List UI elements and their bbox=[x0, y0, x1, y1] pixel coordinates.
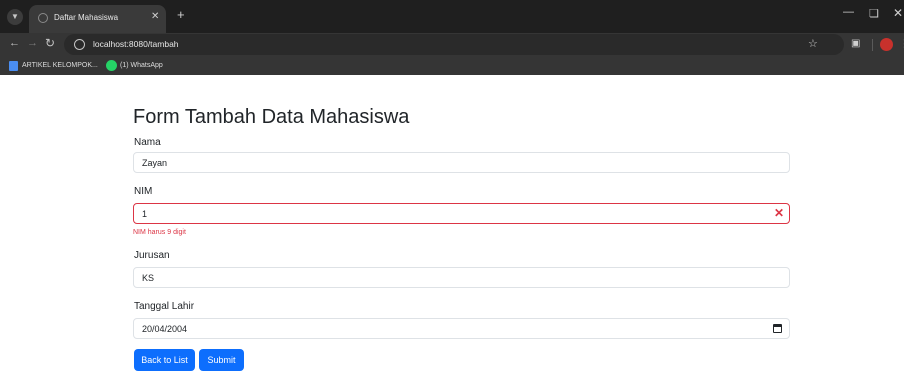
back-arrow-icon[interactable]: ← bbox=[9, 37, 20, 49]
nama-label: Nama bbox=[134, 137, 161, 148]
nim-error-message: NIM harus 9 digit bbox=[133, 229, 186, 236]
whatsapp-icon[interactable] bbox=[106, 60, 117, 71]
browser-tab-bar: ▼ Daftar Mahasiswa ✕ + — ❏ ✕ bbox=[0, 0, 904, 33]
nim-value[interactable]: 1 bbox=[142, 209, 147, 219]
minimize-icon[interactable]: — bbox=[843, 6, 854, 18]
bookmark-artikel[interactable]: ARTIKEL KELOMPOK... bbox=[22, 62, 98, 69]
extensions-icon[interactable]: ▣ bbox=[851, 38, 860, 49]
tab-search-icon[interactable]: ▼ bbox=[7, 9, 23, 25]
docs-icon[interactable] bbox=[9, 61, 18, 71]
bookmark-whatsapp[interactable]: (1) WhatsApp bbox=[120, 62, 163, 69]
tab-title: Daftar Mahasiswa bbox=[54, 13, 119, 22]
close-tab-icon[interactable]: ✕ bbox=[151, 11, 159, 22]
more-menu-icon[interactable]: ⋮ bbox=[899, 37, 904, 50]
nama-input[interactable]: Zayan bbox=[133, 152, 790, 173]
site-info-icon[interactable] bbox=[74, 39, 85, 50]
window-close-icon[interactable]: ✕ bbox=[893, 6, 903, 20]
nim-input[interactable]: 1 ✕ bbox=[133, 203, 790, 224]
page-title: Form Tambah Data Mahasiswa bbox=[133, 106, 410, 128]
jurusan-input[interactable]: KS bbox=[133, 267, 790, 288]
nim-label: NIM bbox=[134, 186, 153, 197]
tanggal-lahir-input[interactable]: 20/04/2004 bbox=[133, 318, 790, 339]
back-to-list-button[interactable]: Back to List bbox=[134, 349, 195, 371]
url-text[interactable]: localhost:8080/tambah bbox=[93, 39, 179, 49]
nama-value[interactable]: Zayan bbox=[142, 158, 167, 168]
jurusan-value[interactable]: KS bbox=[142, 273, 154, 283]
tanggal-lahir-value[interactable]: 20/04/2004 bbox=[142, 324, 187, 334]
restore-icon[interactable]: ❏ bbox=[869, 7, 879, 20]
invalid-x-icon: ✕ bbox=[773, 206, 784, 220]
calendar-icon[interactable] bbox=[773, 324, 782, 333]
new-tab-icon[interactable]: + bbox=[177, 7, 185, 22]
reload-icon[interactable]: ↻ bbox=[45, 36, 55, 50]
browser-toolbar: ← → ↻ localhost:8080/tambah ☆ ▣ ⋮ bbox=[0, 33, 904, 57]
jurusan-label: Jurusan bbox=[134, 250, 170, 261]
tanggal-lahir-label: Tanggal Lahir bbox=[134, 301, 195, 312]
globe-icon bbox=[38, 13, 48, 23]
forward-arrow-icon[interactable]: → bbox=[27, 37, 38, 49]
bookmark-star-icon[interactable]: ☆ bbox=[808, 37, 818, 50]
address-bar[interactable]: localhost:8080/tambah bbox=[64, 34, 844, 55]
bookmarks-bar: ARTIKEL KELOMPOK... (1) WhatsApp bbox=[0, 57, 904, 75]
toolbar-divider bbox=[872, 39, 873, 51]
submit-button[interactable]: Submit bbox=[199, 349, 244, 371]
profile-avatar[interactable] bbox=[880, 38, 893, 51]
browser-tab[interactable]: Daftar Mahasiswa ✕ bbox=[29, 5, 166, 33]
